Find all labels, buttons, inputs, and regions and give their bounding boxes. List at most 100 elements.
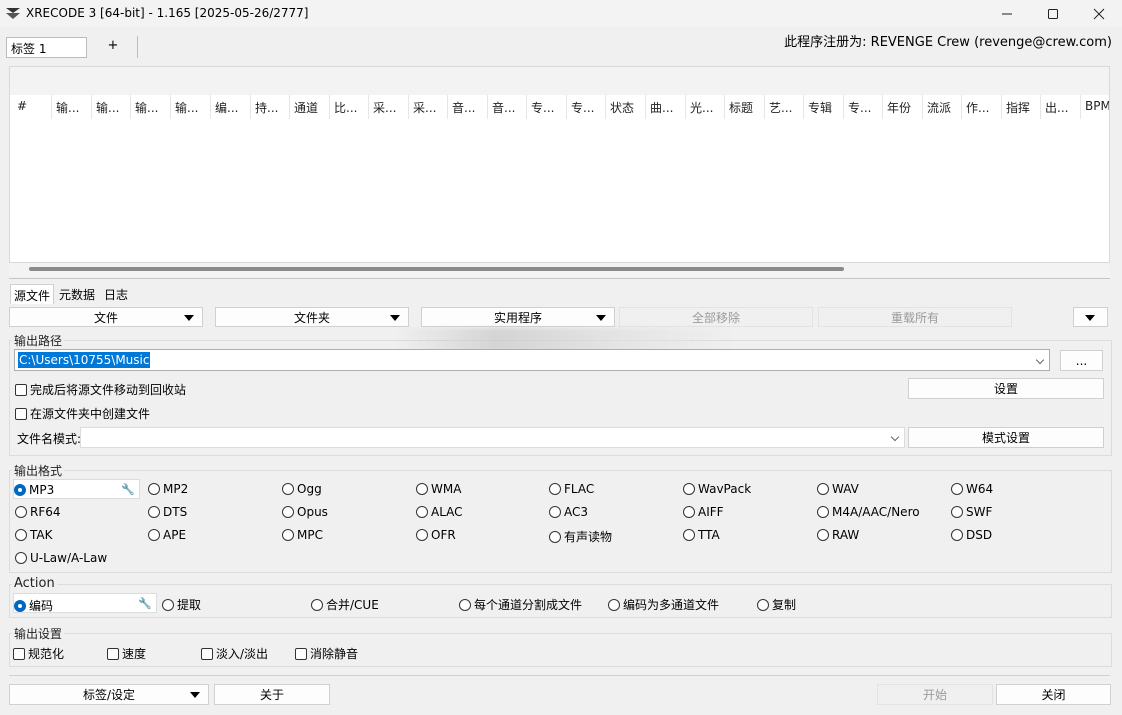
tags-settings-dropdown-button[interactable]: 标签/设定	[9, 684, 209, 705]
output-setting-option[interactable]: 消除静音	[295, 645, 358, 662]
column-header[interactable]: 曲...	[646, 95, 686, 119]
column-header[interactable]: 输...	[52, 95, 92, 119]
format-option[interactable]: U-Law/A-Law	[15, 551, 107, 565]
move-to-recycle-checkbox-row[interactable]: 完成后将源文件移动到回收站	[15, 381, 186, 398]
action-selected-box[interactable]: 编码 🔧	[13, 593, 157, 613]
column-header[interactable]: 指挥	[1002, 95, 1041, 119]
utilities-dropdown-button[interactable]: 实用程序	[421, 307, 615, 327]
format-option[interactable]: M4A/AAC/Nero	[817, 505, 920, 519]
folder-dropdown-button[interactable]: 文件夹	[215, 307, 409, 327]
tab-log[interactable]: 日志	[101, 284, 131, 304]
output-setting-checkbox[interactable]	[201, 647, 213, 660]
column-header[interactable]: 专...	[567, 95, 606, 119]
file-list[interactable]: # 输... 输... 输... 输... 编... 持... 通道 比... 采... 采... 音…	[9, 66, 1110, 263]
format-radio[interactable]	[416, 529, 428, 541]
chevron-down-icon[interactable]	[890, 432, 900, 442]
column-header[interactable]: 通道	[290, 95, 330, 119]
format-radio-selected[interactable]	[14, 484, 26, 496]
browse-button[interactable]: ...	[1060, 350, 1103, 371]
tab-metadata[interactable]: 元数据	[56, 284, 98, 304]
format-radio[interactable]	[951, 483, 963, 495]
column-header[interactable]: 持...	[251, 95, 290, 119]
format-option[interactable]: TAK	[15, 528, 52, 542]
pattern-settings-button[interactable]: 模式设置	[908, 427, 1104, 448]
column-header[interactable]: BPM	[1081, 95, 1109, 119]
remove-all-button[interactable]: 全部移除	[619, 307, 813, 327]
action-radio[interactable]	[757, 598, 769, 611]
move-to-recycle-checkbox[interactable]	[15, 383, 27, 396]
format-selected-box[interactable]: MP3 🔧	[13, 479, 140, 499]
format-radio[interactable]	[15, 529, 27, 541]
output-settings-button[interactable]: 设置	[908, 378, 1104, 399]
format-radio[interactable]	[282, 506, 294, 518]
format-option[interactable]: WAV	[817, 482, 859, 496]
format-radio[interactable]	[282, 483, 294, 495]
column-header[interactable]: 状态	[606, 95, 646, 119]
column-header[interactable]: 流派	[923, 95, 962, 119]
close-button[interactable]	[1076, 0, 1122, 27]
format-radio[interactable]	[15, 552, 27, 564]
close-app-button[interactable]: 关闭	[996, 684, 1111, 705]
action-radio[interactable]	[162, 598, 174, 611]
output-setting-option[interactable]: 规范化	[13, 645, 64, 662]
column-header[interactable]: 艺...	[765, 95, 804, 119]
format-option[interactable]: Ogg	[282, 482, 322, 496]
format-option[interactable]: DSD	[951, 528, 992, 542]
format-radio[interactable]	[549, 483, 561, 495]
column-header[interactable]: 输...	[131, 95, 171, 119]
minimize-button[interactable]	[984, 0, 1030, 27]
create-in-source-checkbox-row[interactable]: 在源文件夹中创建文件	[15, 405, 150, 422]
format-option[interactable]: 有声读物	[549, 528, 612, 545]
format-radio[interactable]	[817, 529, 829, 541]
format-option[interactable]: MP2	[148, 482, 188, 496]
output-setting-option[interactable]: 速度	[107, 645, 146, 662]
add-tab-button[interactable]: +	[100, 38, 126, 56]
format-radio[interactable]	[148, 483, 160, 495]
column-header[interactable]: 编...	[211, 95, 251, 119]
about-button[interactable]: 关于	[214, 684, 330, 705]
column-header[interactable]: 年份	[883, 95, 923, 119]
action-radio[interactable]	[459, 598, 471, 611]
column-header[interactable]: #	[13, 95, 52, 119]
start-button[interactable]: 开始	[877, 684, 993, 705]
output-setting-checkbox[interactable]	[295, 647, 307, 660]
action-radio[interactable]	[311, 598, 323, 611]
format-radio[interactable]	[282, 529, 294, 541]
column-header[interactable]: 音...	[448, 95, 488, 119]
column-header[interactable]: 专...	[527, 95, 567, 119]
column-header[interactable]: 采...	[369, 95, 409, 119]
column-header[interactable]: 音...	[488, 95, 527, 119]
format-option[interactable]: RAW	[817, 528, 859, 542]
format-option[interactable]: WMA	[416, 482, 461, 496]
column-header[interactable]: 采...	[409, 95, 448, 119]
format-radio[interactable]	[416, 483, 428, 495]
format-radio[interactable]	[817, 483, 829, 495]
format-option[interactable]: OFR	[416, 528, 456, 542]
format-radio[interactable]	[15, 506, 27, 518]
maximize-button[interactable]	[1030, 0, 1076, 27]
column-header[interactable]: 光...	[686, 95, 725, 119]
column-header[interactable]: 标题	[725, 95, 765, 119]
column-header[interactable]: 输...	[171, 95, 211, 119]
format-radio[interactable]	[416, 506, 428, 518]
action-option[interactable]: 复制	[757, 596, 796, 613]
file-dropdown-button[interactable]: 文件	[9, 307, 203, 327]
action-option[interactable]: 提取	[162, 596, 201, 613]
format-radio[interactable]	[549, 530, 561, 543]
column-header[interactable]: 专...	[844, 95, 883, 119]
action-option[interactable]: 合并/CUE	[311, 596, 379, 613]
format-option[interactable]: APE	[148, 528, 186, 542]
format-radio[interactable]	[148, 506, 160, 518]
column-header[interactable]: 出...	[1041, 95, 1081, 119]
create-in-source-checkbox[interactable]	[15, 407, 27, 420]
action-radio-selected[interactable]	[14, 599, 26, 612]
output-path-input[interactable]: C:\Users\10755\Music	[14, 349, 1050, 371]
output-setting-checkbox[interactable]	[13, 647, 25, 660]
format-radio[interactable]	[683, 483, 695, 495]
column-header[interactable]: 作...	[962, 95, 1002, 119]
format-option[interactable]: SWF	[951, 505, 992, 519]
tab-1[interactable]: 标签 1	[6, 37, 87, 58]
format-option[interactable]: ALAC	[416, 505, 463, 519]
format-radio[interactable]	[683, 506, 695, 518]
format-radio[interactable]	[817, 506, 829, 518]
